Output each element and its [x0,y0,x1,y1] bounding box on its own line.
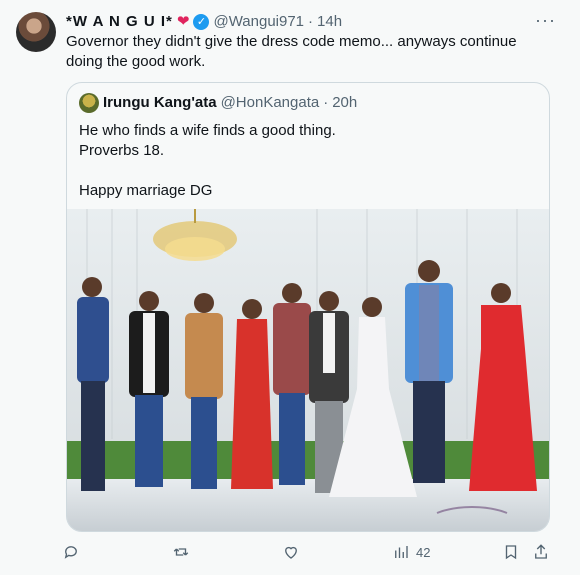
views-chart-icon [395,546,408,558]
tweet[interactable]: *W A N G U I* ❤ ✓ @Wangui971 · 14h ··· G… [0,0,580,575]
author-name[interactable]: *W A N G U I* [66,12,173,32]
quoted-tweet-text: He who finds a wife finds a good thing. … [79,122,336,199]
author-handle[interactable]: @Wangui971 [213,12,304,32]
quoted-separator-dot: · [323,94,329,111]
reply-button[interactable] [62,540,80,564]
separator-dot: · [308,13,314,30]
views-count: 42 [416,544,431,560]
repost-button[interactable] [172,540,190,564]
author-avatar[interactable] [16,12,56,52]
heart-icon [285,546,297,559]
share-icon [535,544,547,559]
quoted-author-handle[interactable]: @HonKangata [221,93,320,113]
bookmark-button[interactable] [502,540,520,564]
views-button[interactable]: 42 [392,540,430,564]
share-button[interactable] [532,540,550,564]
quoted-tweet-time[interactable]: 20h [332,93,357,113]
like-button[interactable] [282,540,300,564]
tweet-header: *W A N G U I* ❤ ✓ @Wangui971 · 14h [66,12,540,32]
tweet-actions: 42 [60,540,560,564]
wedding-photo-illustration [67,209,549,531]
tweet-text: Governor they didn't give the dress code… [66,33,517,70]
verified-badge-icon: ✓ [193,14,210,30]
wedding-photo[interactable] [67,209,549,531]
reply-icon [64,546,77,559]
heart-emoji-icon: ❤ [176,13,190,30]
quoted-tweet[interactable]: Irungu Kang'ata @HonKangata · 20h He who… [66,82,550,532]
quoted-author-avatar[interactable] [79,93,99,113]
quoted-tweet-header: Irungu Kang'ata @HonKangata · 20h [79,93,357,113]
quoted-author-name[interactable]: Irungu Kang'ata [103,93,217,113]
more-options-icon[interactable]: ··· [535,10,556,31]
tweet-time[interactable]: 14h [317,12,342,32]
repost-icon [173,548,189,556]
bookmark-icon [505,545,517,560]
